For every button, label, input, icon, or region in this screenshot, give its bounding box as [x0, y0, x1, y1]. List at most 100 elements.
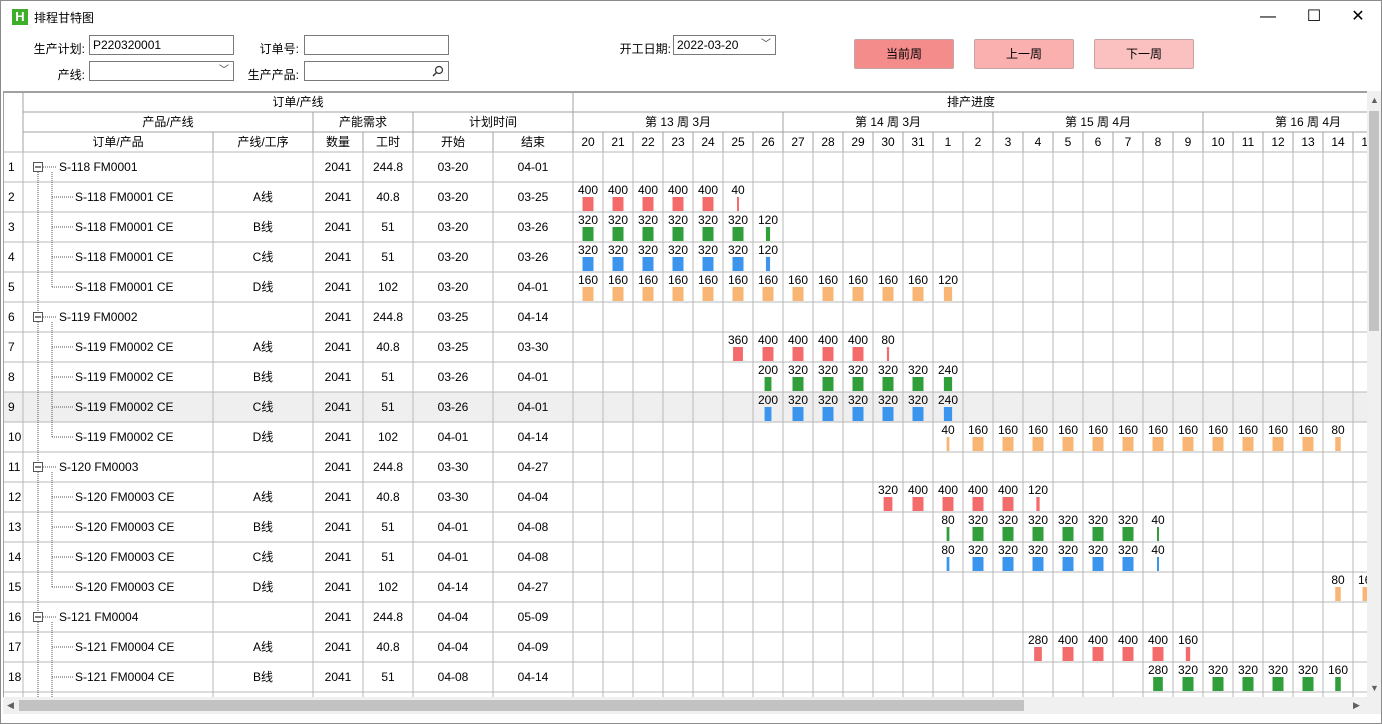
product-name: S-118 FM0001 CE [75, 220, 174, 234]
row-number: 3 [8, 220, 15, 234]
line-name: B线 [253, 670, 273, 684]
bar-value-label: 200 [758, 393, 778, 407]
schedule-bar [1182, 437, 1194, 451]
schedule-bar [792, 377, 804, 391]
order-input[interactable] [304, 35, 449, 55]
schedule-bar [792, 287, 804, 301]
schedule-bar [642, 287, 654, 301]
week-header: 第 16 周 4月 [1275, 115, 1341, 129]
schedule-bar [765, 257, 771, 271]
bar-value-label: 320 [908, 363, 928, 377]
end-date-value: 03-30 [518, 340, 549, 354]
schedule-bar [612, 287, 624, 301]
start-date-value: 03-20 [438, 190, 469, 204]
line-name: B线 [253, 220, 273, 234]
bar-value-label: 320 [1088, 543, 1108, 557]
schedule-bar [912, 377, 924, 391]
schedule-bar [702, 257, 714, 271]
qty-value: 2041 [325, 430, 352, 444]
bar-value-label: 160 [998, 423, 1018, 437]
start-date-label: 开工日期: [619, 42, 671, 56]
product-search-input[interactable] [304, 61, 449, 81]
start-date-picker[interactable]: 2022-03-20 ﹀ [673, 35, 776, 55]
hours-value: 51 [381, 520, 395, 534]
selected-row-highlight [3, 392, 1369, 422]
chevron-down-icon[interactable]: ﹀ [219, 62, 229, 80]
day-header: 5 [1065, 135, 1072, 149]
schedule-bar [1002, 557, 1014, 571]
bar-value-label: 80 [1331, 423, 1345, 437]
schedule-bar [702, 287, 714, 301]
qty-value: 2041 [325, 640, 352, 654]
row-number: 11 [8, 460, 21, 474]
hours-value: 244.8 [373, 460, 403, 474]
bar-value-label: 360 [728, 333, 748, 347]
schedule-bar [1335, 437, 1341, 451]
scroll-down-icon[interactable]: ▼ [1370, 683, 1379, 693]
schedule-bar [612, 227, 624, 241]
bar-value-label: 160 [728, 273, 748, 287]
bar-value-label: 160 [638, 273, 658, 287]
bar-value-label: 320 [1028, 513, 1048, 527]
bar-value-label: 320 [788, 363, 808, 377]
vertical-scroll-thumb[interactable] [1369, 111, 1379, 331]
horizontal-scrollbar[interactable]: ◀ ▶ [3, 697, 1367, 714]
vertical-scrollbar[interactable]: ▲ ▼ [1367, 91, 1381, 697]
search-icon[interactable] [432, 65, 444, 77]
hours-value: 102 [378, 430, 398, 444]
schedule-bar [1122, 647, 1134, 661]
product-name: S-120 FM0003 CE [75, 580, 174, 594]
close-button[interactable]: ✕ [1335, 1, 1381, 32]
row-number: 8 [8, 370, 15, 384]
end-date-value: 04-09 [518, 640, 549, 654]
end-date-value: 04-01 [518, 160, 549, 174]
order-name: S-119 FM0002 [59, 310, 138, 324]
hours-value: 51 [381, 550, 395, 564]
schedule-bar [972, 437, 984, 451]
schedule-bar [732, 227, 744, 241]
qty-value: 2041 [325, 550, 352, 564]
row-number: 6 [8, 310, 15, 324]
schedule-bar [1062, 527, 1074, 541]
day-header: 30 [881, 135, 895, 149]
row-number: 18 [8, 670, 22, 684]
bar-value-label: 40 [1151, 543, 1165, 557]
bar-value-label: 120 [1028, 483, 1048, 497]
schedule-bar [642, 197, 654, 211]
end-date-value: 03-26 [518, 250, 549, 264]
start-date-value: 04-04 [438, 610, 469, 624]
start-date-value: 03-20 [438, 220, 469, 234]
bar-value-label: 320 [1028, 543, 1048, 557]
schedule-bar [1032, 557, 1044, 571]
bar-value-label: 160 [608, 273, 628, 287]
maximize-button[interactable]: ☐ [1291, 1, 1337, 32]
start-date-value: 03-26 [438, 370, 469, 384]
bar-value-label: 160 [1178, 633, 1198, 647]
next-week-button[interactable]: 下一周 [1094, 39, 1194, 69]
scroll-left-icon[interactable]: ◀ [7, 700, 14, 711]
minimize-button[interactable]: — [1245, 1, 1291, 32]
bar-value-label: 320 [908, 393, 928, 407]
calendar-dropdown-icon[interactable]: ﹀ [761, 36, 771, 54]
plan-input[interactable]: P220320001 [89, 35, 234, 55]
start-date-value: 03-25 [438, 340, 469, 354]
prev-week-button[interactable]: 上一周 [974, 39, 1074, 69]
title-bar: H 排程甘特图 — ☐ ✕ [1, 1, 1381, 32]
bar-value-label: 400 [758, 333, 778, 347]
scroll-up-icon[interactable]: ▲ [1370, 95, 1379, 105]
line-select[interactable]: ﹀ [89, 61, 234, 81]
line-name: D线 [253, 580, 274, 594]
bar-value-label: 40 [731, 183, 745, 197]
qty-value: 2041 [325, 490, 352, 504]
day-header: 21 [611, 135, 625, 149]
schedule-bar [1032, 527, 1044, 541]
current-week-button[interactable]: 当前周 [854, 39, 954, 69]
hours-value: 51 [381, 370, 395, 384]
horizontal-scroll-thumb[interactable] [19, 700, 1024, 711]
schedule-bar [612, 197, 624, 211]
scroll-right-icon[interactable]: ▶ [1353, 700, 1360, 711]
bar-value-label: 400 [1088, 633, 1108, 647]
bar-value-label: 320 [998, 543, 1018, 557]
row-number: 15 [8, 580, 22, 594]
bar-value-label: 320 [728, 243, 748, 257]
